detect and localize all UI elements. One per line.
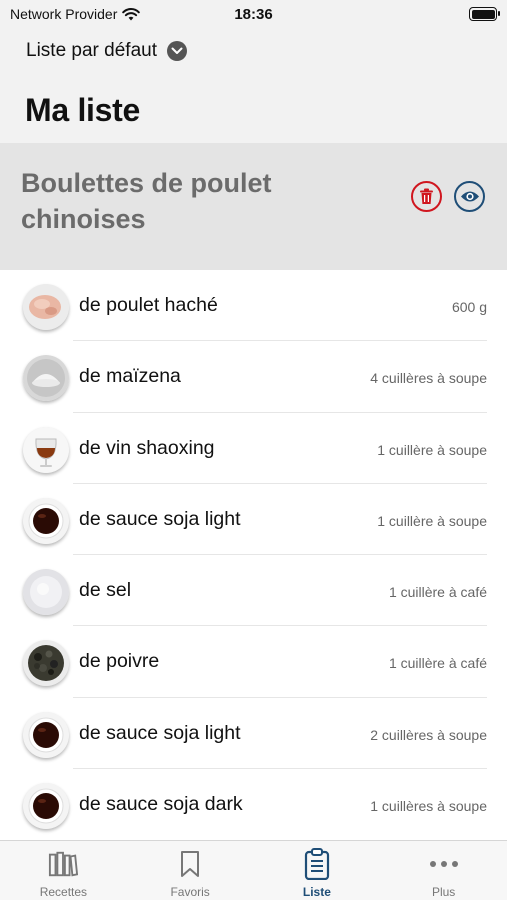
ingredient-name: de maïzena [79, 365, 181, 388]
tab-plus[interactable]: Plus [380, 841, 507, 900]
ingredient-name: de sel [79, 579, 132, 602]
salt-thumbnail [23, 569, 69, 616]
recipe-header: Boulettes de poulet chinoises [0, 143, 507, 270]
ingredient-row[interactable]: de poivre 1 cuillère à café [0, 626, 507, 698]
ingredient-name: de vin shaoxing [79, 436, 215, 459]
ingredient-row[interactable]: de sauce soja light 2 cuillères à soupe [0, 698, 507, 770]
ingredient-quantity: 1 cuillères à soupe [370, 798, 487, 815]
ingredient-name: de sauce soja light [79, 721, 241, 744]
list-selector[interactable]: Liste par défaut [26, 40, 187, 62]
ingredient-row[interactable]: de maïzena 4 cuillères à soupe [0, 341, 507, 413]
ingredient-quantity: 1 cuillère à soupe [377, 441, 487, 458]
ingredient-quantity: 4 cuillères à soupe [370, 370, 487, 387]
ingredient-name: de sauce soja dark [79, 793, 243, 816]
ingredient-name: de poulet haché [79, 294, 218, 316]
ingredient-row[interactable]: de sauce soja dark 1 cuillères à soupe [0, 769, 507, 840]
books-icon [48, 849, 79, 879]
tab-label: Liste [302, 885, 331, 899]
battery-icon [469, 7, 500, 21]
ingredient-quantity: 600 g [451, 299, 487, 315]
delete-recipe-button[interactable] [411, 181, 442, 212]
soy-sauce-thumbnail [23, 783, 69, 830]
ingredient-name: de poivre [79, 650, 160, 673]
eye-icon [460, 191, 479, 202]
soy-sauce-thumbnail [23, 497, 69, 544]
pepper-thumbnail [23, 640, 69, 687]
chicken-thumbnail [23, 284, 69, 330]
tab-label: Plus [431, 885, 456, 899]
view-recipe-button[interactable] [454, 181, 485, 212]
chevron-down-icon [166, 41, 187, 61]
soy-sauce-thumbnail [23, 711, 69, 758]
page-title: Ma liste [25, 92, 140, 128]
tab-recettes[interactable]: Recettes [0, 841, 127, 900]
ingredient-row[interactable]: de sauce soja light 1 cuillère à soupe [0, 484, 507, 556]
list-selector-label: Liste par défaut [26, 40, 157, 61]
bookmark-icon [175, 849, 205, 879]
more-icon [429, 849, 459, 879]
clipboard-icon [302, 848, 332, 880]
ingredient-row[interactable]: de sel 1 cuillère à café [0, 555, 507, 627]
ingredient-row[interactable]: de vin shaoxing 1 cuillère à soupe [0, 413, 507, 484]
ingredient-row[interactable]: de poulet haché 600 g [0, 270, 507, 342]
ingredient-quantity: 1 cuillère à café [388, 584, 487, 601]
tab-liste[interactable]: Liste [254, 841, 381, 900]
tab-favoris[interactable]: Favoris [127, 841, 254, 900]
tab-bar: Recettes Favoris Liste Plus [0, 840, 507, 900]
wine-thumbnail [23, 426, 69, 473]
status-bar: Network Provider 18:36 [0, 0, 507, 28]
tab-label: Recettes [39, 885, 88, 899]
cornstarch-thumbnail [23, 355, 69, 402]
recipe-title[interactable]: Boulettes de poulet chinoises [21, 165, 321, 237]
ingredient-list: de poulet haché 600 g de maïzena 4 cuill… [0, 270, 507, 840]
trash-icon [420, 188, 433, 204]
tab-label: Favoris [170, 885, 210, 899]
ingredient-quantity: 2 cuillères à soupe [370, 726, 487, 743]
ingredient-quantity: 1 cuillère à café [388, 655, 487, 672]
ingredient-name: de sauce soja light [79, 507, 241, 530]
clock: 18:36 [234, 6, 273, 23]
ingredient-quantity: 1 cuillère à soupe [377, 512, 487, 529]
